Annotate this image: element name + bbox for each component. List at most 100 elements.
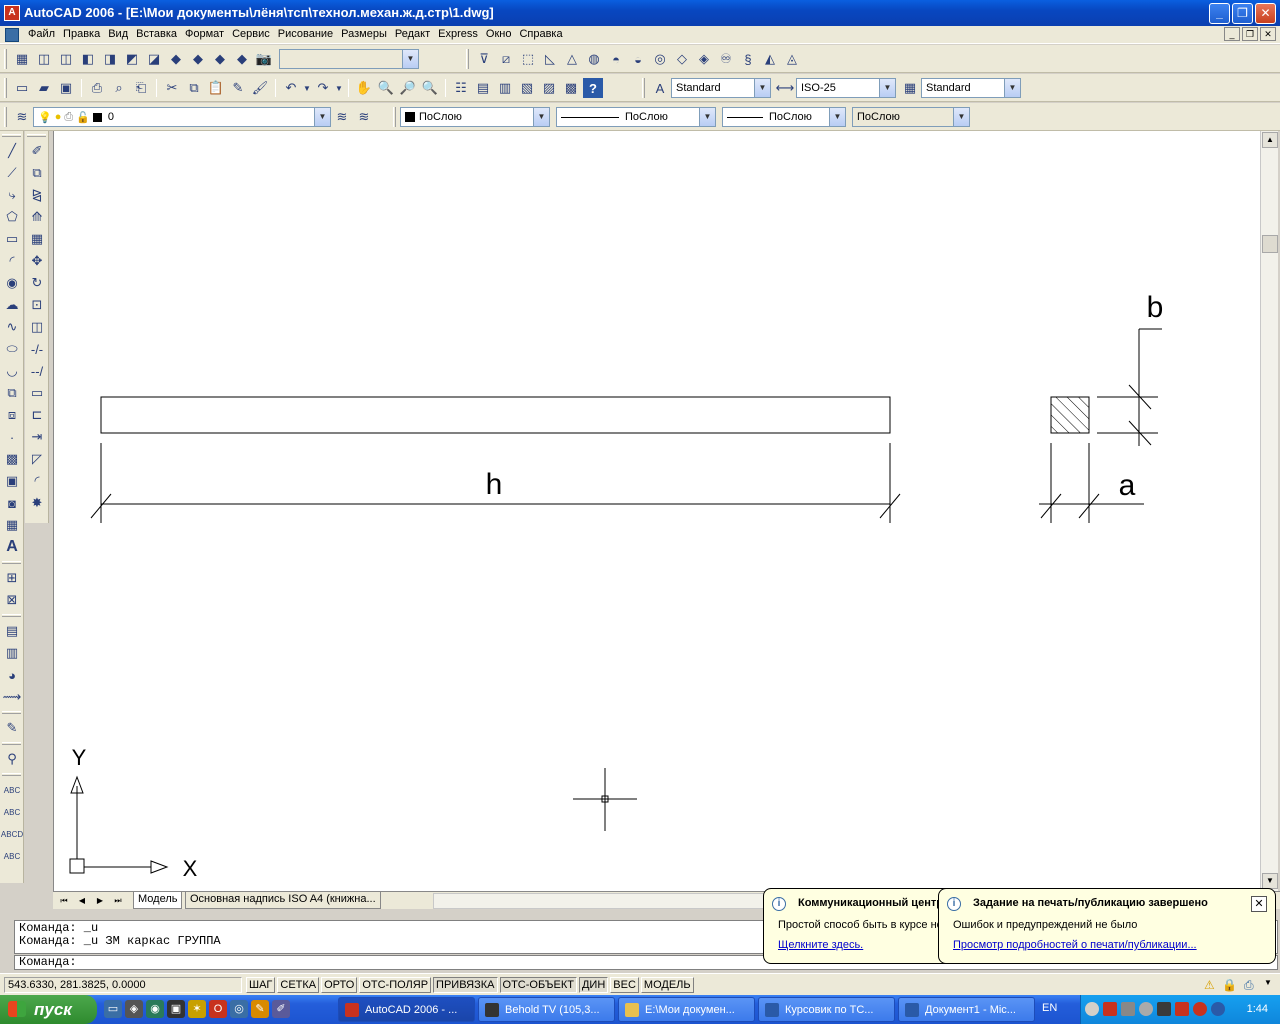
drawing-canvas[interactable]: h a b Y X [53, 131, 1260, 891]
right-view-icon[interactable]: ◨ [100, 49, 120, 69]
plot-status-icon[interactable]: ⎙ [1244, 978, 1258, 992]
layer-combo[interactable]: 💡 ● ⎙ 🔓 0 ▼ [33, 107, 331, 127]
status-menu-icon[interactable]: ▼ [1264, 978, 1276, 992]
calculator-icon[interactable]: ▩ [561, 78, 581, 98]
circle-icon[interactable]: ◉ [1, 272, 23, 294]
menu-help[interactable]: Справка [515, 28, 566, 40]
open-file-icon[interactable]: ▰ [34, 78, 54, 98]
menu-edit[interactable]: Правка [59, 28, 104, 40]
polyline-icon[interactable]: ⤷ [1, 184, 23, 206]
menu-format[interactable]: Формат [181, 28, 228, 40]
warning-icon[interactable]: ⚠ [1204, 978, 1218, 992]
text-style-abcd-icon[interactable]: ABCD [1, 823, 23, 845]
scene-icon[interactable]: ⟿ [1, 686, 23, 708]
help-icon[interactable]: ? [583, 78, 603, 98]
flatshot-icon[interactable]: ⊽ [474, 49, 494, 69]
tray-app-icon[interactable] [1193, 1002, 1207, 1016]
pan-icon[interactable]: ✋ [354, 78, 374, 98]
lights-icon[interactable]: ◕ [1, 664, 23, 686]
cone-icon[interactable]: △ [562, 49, 582, 69]
undo-icon[interactable]: ↶ [281, 78, 301, 98]
clock[interactable]: 1:44 [1247, 1003, 1268, 1015]
point-icon[interactable]: · [1, 426, 23, 448]
snap-toggle[interactable]: ШАГ [246, 977, 276, 993]
join-icon[interactable]: ⇥ [26, 426, 48, 448]
cut-icon[interactable]: ✂ [162, 78, 182, 98]
make-layer-current-icon[interactable]: ≋ [332, 107, 352, 127]
zoom-previous-icon[interactable]: 🔍 [420, 78, 440, 98]
erase-icon[interactable]: ✐ [26, 140, 48, 162]
rotate-icon[interactable]: ↻ [26, 272, 48, 294]
tray-app-icon[interactable] [1103, 1002, 1117, 1016]
materials-icon[interactable]: ▥ [1, 642, 23, 664]
layer-manager-icon[interactable]: ≋ [12, 107, 32, 127]
tv-icon[interactable]: ▣ [167, 1000, 185, 1018]
revolve-icon[interactable]: ♾ [716, 49, 736, 69]
trim-icon[interactable]: -/- [26, 338, 48, 360]
grid-toggle[interactable]: СЕТКА [277, 977, 320, 993]
doc-close-button[interactable]: ✕ [1260, 27, 1276, 41]
construction-line-icon[interactable]: ⟋ [1, 162, 23, 184]
dim-style-icon[interactable]: ⟷ [775, 78, 795, 98]
opera-icon[interactable]: O [209, 1000, 227, 1018]
copy-object-icon[interactable]: ⧉ [26, 162, 48, 184]
menu-window[interactable]: Окно [482, 28, 516, 40]
insert-block-icon[interactable]: ⧉ [1, 382, 23, 404]
star-icon[interactable]: ✶ [188, 1000, 206, 1018]
text-style-icon[interactable]: A [650, 78, 670, 98]
tab-layout[interactable]: Основная надпись ISO A4 (книжна... [185, 892, 381, 909]
task-autocad[interactable]: AutoCAD 2006 - ... [338, 997, 475, 1022]
revision-cloud-icon[interactable]: ☁ [1, 294, 23, 316]
array-icon[interactable]: ▦ [26, 228, 48, 250]
make-block-icon[interactable]: ⧈ [1, 404, 23, 426]
break-icon[interactable]: ⊏ [26, 404, 48, 426]
dyn-toggle[interactable]: ДИН [578, 977, 609, 993]
top-view-icon[interactable]: ◫ [34, 49, 54, 69]
osnap-toggle[interactable]: ПРИВЯЗКА [433, 977, 498, 993]
block-editor-icon[interactable]: 🖌 [250, 78, 270, 98]
doc-restore-button[interactable]: ❐ [1242, 27, 1258, 41]
design-center-icon[interactable]: ▤ [473, 78, 493, 98]
print-preview-icon[interactable]: ⌕ [109, 78, 129, 98]
loft-icon[interactable]: ◭ [760, 49, 780, 69]
menu-tools[interactable]: Сервис [228, 28, 274, 40]
pyramid-icon[interactable]: ◇ [672, 49, 692, 69]
tray-expand-icon[interactable] [1085, 1002, 1099, 1016]
horizontal-scrollbar[interactable] [433, 893, 813, 909]
extrude-icon[interactable]: ◈ [694, 49, 714, 69]
coordinates-readout[interactable]: 543.6330, 281.3825, 0.0000 [4, 977, 242, 993]
publish-icon[interactable]: ⎗ [131, 78, 151, 98]
balloon-link[interactable]: Щелкните здесь. [778, 939, 948, 951]
ortho-toggle[interactable]: ОРТО [321, 977, 358, 993]
prev-tab-button[interactable]: ◀ [73, 893, 91, 908]
match-properties-icon[interactable]: ✎ [228, 78, 248, 98]
edit-attribute-icon[interactable]: ✎ [1, 717, 23, 739]
section-icon[interactable]: ⧄ [496, 49, 516, 69]
plotstyle-combo[interactable]: ПоСлою ▼ [852, 107, 970, 127]
start-button[interactable]: пуск [0, 995, 97, 1024]
markup-icon[interactable]: ▨ [539, 78, 559, 98]
tray-app-icon[interactable] [1121, 1002, 1135, 1016]
menu-express[interactable]: Express [434, 28, 482, 40]
dish-icon[interactable]: ◒ [628, 49, 648, 69]
app-icon[interactable]: ◉ [146, 1000, 164, 1018]
desktop-icon[interactable]: ▭ [104, 1000, 122, 1018]
bluetooth-icon[interactable] [1211, 1002, 1225, 1016]
menu-modify[interactable]: Редакт [391, 28, 434, 40]
dimension-b[interactable]: b [1097, 291, 1163, 446]
back-view-icon[interactable]: ◪ [144, 49, 164, 69]
rod-rectangle[interactable] [100, 396, 891, 434]
scroll-down-button[interactable]: ▼ [1262, 873, 1278, 889]
redo-icon[interactable]: ↷ [313, 78, 333, 98]
tray-app-icon[interactable] [1139, 1002, 1153, 1016]
document-icon[interactable] [5, 28, 19, 42]
pencil-icon[interactable]: ✎ [251, 1000, 269, 1018]
spell-check-icon[interactable]: ABC [1, 779, 23, 801]
polygon-icon[interactable]: ⬠ [1, 206, 23, 228]
dimension-a[interactable]: a [1039, 443, 1144, 523]
zoom-window-icon[interactable]: 🔎 [398, 78, 418, 98]
ellipse-arc-icon[interactable]: ◡ [1, 360, 23, 382]
render-icon[interactable]: ▤ [1, 620, 23, 642]
balloon-link[interactable]: Просмотр подробностей о печати/публикаци… [953, 939, 1253, 951]
autocad-app-icon[interactable]: A [4, 5, 20, 21]
